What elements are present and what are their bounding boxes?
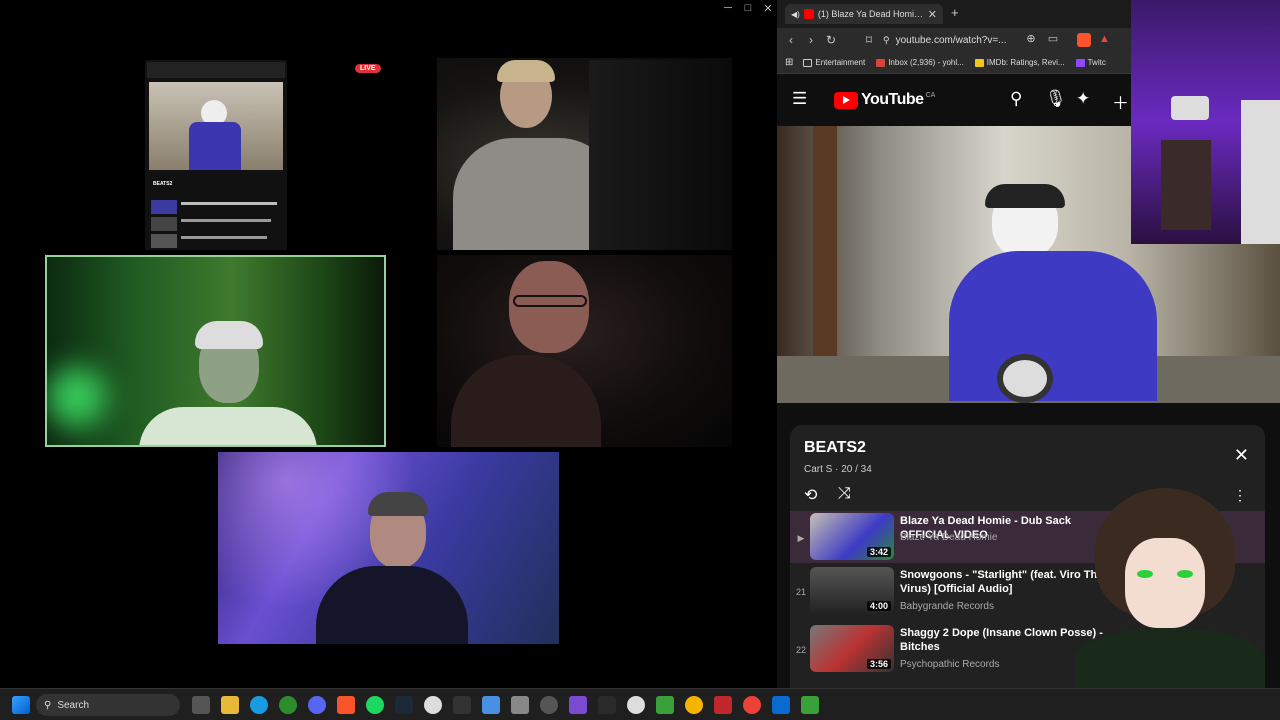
video-thumbnail: 4:00 bbox=[810, 567, 894, 614]
vtuber-avatar bbox=[1055, 478, 1280, 688]
site-info-icon[interactable]: ⚲ bbox=[883, 35, 890, 46]
gmail-icon bbox=[876, 58, 886, 67]
microphone-icon[interactable]: 🎙 bbox=[1045, 89, 1067, 109]
video-call-window: ─ □ ✕ BEATS2 LIVE bbox=[0, 0, 776, 688]
chrome-icon[interactable] bbox=[685, 696, 703, 714]
cast-icon[interactable]: ▭ bbox=[1043, 32, 1063, 45]
steam-icon[interactable] bbox=[395, 696, 413, 714]
taskbar-search[interactable]: ⚲ Search bbox=[36, 694, 180, 716]
tab-youtube[interactable]: ◀) (1) Blaze Ya Dead Homie - Du ✕ bbox=[785, 4, 943, 24]
twitch-icon bbox=[1075, 58, 1085, 67]
media-player-2-icon[interactable] bbox=[801, 696, 819, 714]
participant-tile-top[interactable] bbox=[437, 58, 732, 250]
windows-start-icon[interactable] bbox=[12, 696, 30, 714]
taskbar: ⚲ Search bbox=[0, 688, 1280, 720]
video-editor-icon[interactable] bbox=[569, 696, 587, 714]
steelseries-icon[interactable] bbox=[627, 696, 645, 714]
new-tab-button[interactable]: + bbox=[951, 5, 959, 20]
channel-name: Babygrande Records bbox=[900, 601, 994, 612]
spotify-icon[interactable] bbox=[366, 696, 384, 714]
video-thumbnail: 3:42 bbox=[810, 513, 894, 560]
video-thumbnail: 3:56 bbox=[810, 625, 894, 672]
apps-grid-icon[interactable]: ⊞ bbox=[785, 57, 793, 68]
brave-rewards-icon[interactable]: ▲ bbox=[1099, 33, 1110, 45]
bookmark-imdb[interactable]: IMDb: Ratings, Revi... bbox=[974, 58, 1065, 67]
epic-games-icon[interactable] bbox=[453, 696, 471, 714]
notepad-icon[interactable] bbox=[482, 696, 500, 714]
search-icon: ⚲ bbox=[44, 699, 52, 711]
discord-icon[interactable] bbox=[308, 696, 326, 714]
edge-icon[interactable] bbox=[250, 696, 268, 714]
bookmark-twitch[interactable]: Twitc bbox=[1075, 58, 1106, 67]
file-explorer-icon[interactable] bbox=[221, 696, 239, 714]
channel-name: Blaze Ya Dead Homie bbox=[900, 532, 998, 543]
brave-shield-icon[interactable] bbox=[1077, 33, 1091, 47]
back-icon[interactable]: ‹ bbox=[781, 33, 801, 47]
playlist-title: BEATS2 bbox=[804, 439, 866, 456]
zoom-icon[interactable]: ⊕ bbox=[1021, 32, 1041, 45]
menu-icon[interactable]: ☰ bbox=[792, 89, 807, 109]
folder-icon bbox=[803, 58, 813, 67]
video-duration: 4:00 bbox=[866, 601, 891, 611]
calculator-icon[interactable] bbox=[511, 696, 529, 714]
video-duration: 3:42 bbox=[866, 547, 891, 557]
obs-icon[interactable] bbox=[424, 696, 442, 714]
audio-icon: ◀) bbox=[791, 9, 800, 19]
close-button[interactable]: ✕ bbox=[758, 0, 778, 16]
search-label: Search bbox=[57, 699, 90, 711]
settings-icon[interactable] bbox=[540, 696, 558, 714]
brave-icon[interactable] bbox=[337, 696, 355, 714]
plus-icon[interactable]: ＋ bbox=[1112, 89, 1129, 114]
tab-title: (1) Blaze Ya Dead Homie - Du bbox=[817, 9, 924, 19]
streamer-webcam-overlay bbox=[1131, 0, 1280, 244]
mini-playlist-title: BEATS2 bbox=[153, 181, 173, 187]
youtube-favicon-icon bbox=[803, 9, 814, 19]
search-icon[interactable]: ⚲ bbox=[1010, 89, 1022, 109]
live-badge: LIVE bbox=[355, 64, 381, 73]
vscode-icon[interactable] bbox=[772, 696, 790, 714]
close-tab-icon[interactable]: ✕ bbox=[928, 8, 937, 21]
forward-icon[interactable]: › bbox=[801, 33, 821, 47]
bookmark-gmail[interactable]: Inbox (2,936) - yohl... bbox=[876, 58, 964, 67]
terminal-icon[interactable] bbox=[598, 696, 616, 714]
participant-tile-active-speaker[interactable] bbox=[45, 255, 386, 447]
create-icon[interactable]: ✦ bbox=[1076, 89, 1090, 109]
task-view-icon[interactable] bbox=[192, 696, 210, 714]
youtube-play-icon bbox=[834, 91, 858, 109]
playlist-subtitle: Cart S · 20 / 34 bbox=[804, 464, 872, 475]
loop-icon[interactable]: ⟲ bbox=[804, 485, 817, 505]
minimize-button[interactable]: ─ bbox=[718, 0, 738, 16]
video-duration: 3:56 bbox=[866, 659, 891, 669]
url-text: youtube.com/watch?v=... bbox=[895, 34, 1007, 46]
imdb-icon bbox=[974, 58, 984, 67]
shuffle-icon[interactable]: ⤨ bbox=[838, 485, 851, 503]
participant-tile-bottom[interactable] bbox=[218, 452, 559, 644]
bookmark-entertainment[interactable]: Entertainment bbox=[803, 58, 865, 67]
channel-name: Psychopathic Records bbox=[900, 659, 1000, 670]
maximize-button[interactable]: □ bbox=[738, 0, 758, 16]
bookmark-icon[interactable]: ⌑ bbox=[859, 33, 879, 47]
close-icon[interactable]: ✕ bbox=[1234, 445, 1249, 466]
valorant-icon[interactable] bbox=[714, 696, 732, 714]
xbox-icon[interactable] bbox=[279, 696, 297, 714]
participant-tile-middle[interactable] bbox=[437, 255, 732, 447]
chrome-profile-icon[interactable] bbox=[743, 696, 761, 714]
reload-icon[interactable]: ↻ bbox=[821, 33, 841, 47]
window-controls: ─ □ ✕ bbox=[718, 0, 778, 16]
youtube-logo[interactable]: YouTube CA bbox=[834, 91, 935, 109]
screen-share-tile[interactable]: BEATS2 bbox=[145, 60, 287, 250]
media-player-icon[interactable] bbox=[656, 696, 674, 714]
